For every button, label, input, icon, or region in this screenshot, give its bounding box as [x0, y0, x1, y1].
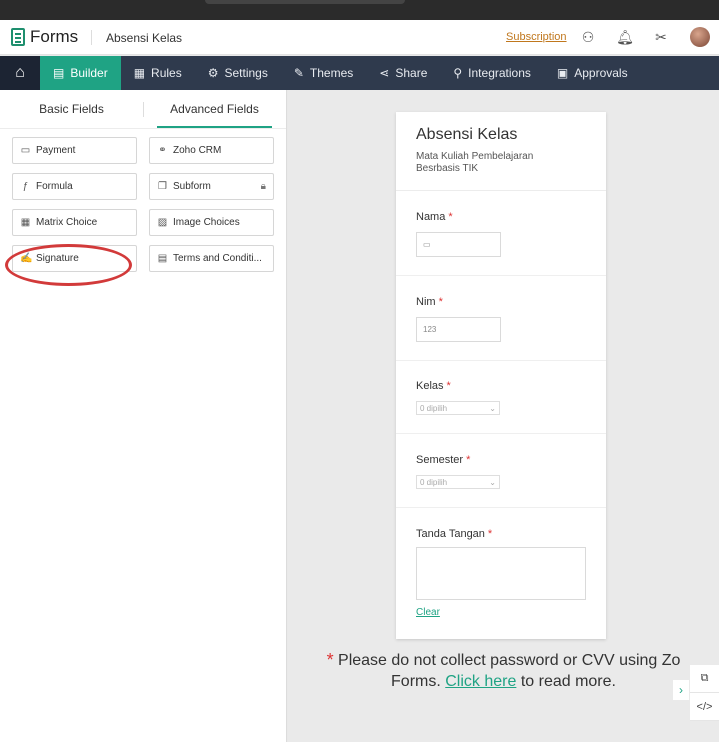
kelas-select[interactable]: 0 dipilih ⌄	[416, 401, 500, 415]
header-divider	[91, 30, 92, 45]
tab-share[interactable]: ⋖ Share	[366, 56, 440, 90]
tab-label: Integrations	[468, 66, 531, 80]
field-nama[interactable]: Nama * ▭	[396, 191, 606, 276]
tab-label: Approvals	[574, 66, 628, 80]
field-label: Payment	[36, 145, 76, 156]
click-here-link[interactable]: Click here	[445, 673, 516, 690]
top-strip	[0, 0, 719, 20]
builder-nav: ⌂ ▤ Builder ▦ Rules ⚙ Settings ✎ Themes ⋖ Sha…	[0, 56, 719, 90]
lock-icon: 🔒︎	[260, 181, 266, 192]
brush-icon: ✎	[293, 66, 304, 80]
side-toolbar: ⧉ </>	[690, 665, 719, 721]
security-notice: * Please do not collect password or CVV …	[288, 650, 719, 692]
form-description: Mata Kuliah Pembelajaran Besrbasis TIK	[416, 151, 534, 174]
field-matrix-choice[interactable]: ▦ Matrix Choice	[12, 209, 137, 236]
share-icon: ⋖	[379, 66, 390, 80]
notice-star: *	[326, 650, 334, 670]
field-image-choices[interactable]: ▨ Image Choices	[149, 209, 274, 236]
tab-label: Themes	[309, 66, 354, 80]
field-zoho-crm[interactable]: ⚭ Zoho CRM	[149, 137, 274, 164]
tab-advanced-fields[interactable]: Advanced Fields	[157, 90, 272, 128]
home-icon[interactable]: ⌂	[0, 56, 40, 90]
field-subform[interactable]: ❐ Subform 🔒︎	[149, 173, 274, 200]
field-label: Kelas *	[416, 380, 451, 392]
field-label: Subform	[173, 181, 211, 192]
field-label: Image Choices	[173, 217, 240, 228]
field-nim[interactable]: Nim * 123	[396, 276, 606, 361]
field-label: Formula	[36, 181, 73, 192]
tab-builder[interactable]: ▤ Builder	[40, 56, 121, 90]
form-card: Absensi Kelas Mata Kuliah Pembelajaran B…	[396, 112, 606, 639]
nim-input[interactable]: 123	[416, 317, 501, 342]
form-canvas: Absensi Kelas Mata Kuliah Pembelajaran B…	[288, 90, 719, 742]
card-icon: ▭	[20, 145, 31, 156]
signature-pad[interactable]	[416, 547, 586, 600]
name-field-icon: ▭	[423, 240, 431, 249]
tab-integrations[interactable]: ⚲ Integrations	[440, 56, 544, 90]
form-header[interactable]: Absensi Kelas Mata Kuliah Pembelajaran B…	[396, 112, 606, 191]
plug-icon: ⚲	[453, 66, 463, 80]
approvals-icon: ▣	[556, 66, 569, 80]
field-label: Nama *	[416, 211, 453, 223]
tab-settings[interactable]: ⚙ Settings	[195, 56, 281, 90]
subscription-link[interactable]: Subscription	[506, 31, 567, 43]
fields-panel: Basic Fields Advanced Fields ▭ Payment ⚭ Z…	[0, 90, 287, 742]
notice-text: Please do not collect password or CVV us…	[338, 652, 681, 669]
tab-approvals[interactable]: ▣ Approvals	[544, 56, 641, 90]
field-payment[interactable]: ▭ Payment	[12, 137, 137, 164]
chevron-down-icon: ⌄	[489, 477, 496, 487]
field-label: Zoho CRM	[173, 145, 222, 156]
notice-text: to read more.	[516, 673, 616, 690]
tab-label: Settings	[224, 66, 268, 80]
avatar[interactable]	[690, 27, 710, 47]
field-terms[interactable]: ▤ Terms and Conditi...	[149, 245, 274, 272]
code-icon[interactable]: </>	[690, 693, 719, 721]
document-icon: ▤	[157, 253, 168, 264]
notch	[205, 0, 405, 4]
users-icon[interactable]: ⚇	[579, 28, 597, 46]
form-title: Absensi Kelas	[416, 126, 518, 143]
expand-arrow-icon[interactable]: ›	[673, 680, 689, 700]
tab-divider	[143, 102, 144, 117]
image-icon: ▨	[157, 217, 168, 228]
app-header: Forms Absensi Kelas Subscription ⚇ 🔔︎ ✂	[0, 20, 719, 55]
tools-icon[interactable]: ✂	[652, 28, 670, 46]
tab-themes[interactable]: ✎ Themes	[281, 56, 366, 90]
matrix-icon: ▦	[20, 217, 31, 228]
formula-icon: ƒ	[22, 181, 29, 192]
rules-icon: ▦	[133, 66, 146, 80]
bell-icon[interactable]: 🔔︎	[616, 28, 634, 46]
tab-label: Share	[395, 66, 428, 80]
field-tabs: Basic Fields Advanced Fields	[0, 90, 286, 129]
highlight-circle	[5, 244, 132, 286]
clear-signature-link[interactable]: Clear	[416, 607, 440, 618]
tab-rules[interactable]: ▦ Rules	[121, 56, 195, 90]
preview-icon[interactable]: ⧉	[690, 665, 719, 693]
field-label: Semester *	[416, 454, 471, 466]
field-tanda-tangan[interactable]: Tanda Tangan * Clear	[396, 508, 606, 639]
builder-icon: ▤	[53, 66, 65, 80]
field-semester[interactable]: Semester * 0 dipilih ⌄	[396, 434, 606, 508]
forms-logo-icon	[11, 28, 25, 46]
field-label: Matrix Choice	[36, 217, 98, 228]
field-label: Nim *	[416, 296, 443, 308]
nama-input[interactable]: ▭	[416, 232, 501, 257]
tab-basic-fields[interactable]: Basic Fields	[0, 90, 143, 128]
tab-label: Rules	[151, 66, 182, 80]
field-kelas[interactable]: Kelas * 0 dipilih ⌄	[396, 361, 606, 434]
app-name: Forms	[30, 27, 79, 46]
forms-logo[interactable]: Forms	[11, 27, 78, 47]
chevron-down-icon: ⌄	[489, 403, 496, 413]
gear-icon: ⚙	[207, 66, 219, 80]
subform-icon: ❐	[158, 181, 167, 192]
form-name[interactable]: Absensi Kelas	[106, 31, 182, 45]
field-label: Tanda Tangan *	[416, 528, 493, 540]
semester-select[interactable]: 0 dipilih ⌄	[416, 475, 500, 489]
notice-text: Forms.	[391, 673, 446, 690]
field-formula[interactable]: ƒ Formula	[12, 173, 137, 200]
field-label: Terms and Conditi...	[173, 253, 262, 264]
crm-icon: ⚭	[158, 145, 167, 156]
tab-label: Builder	[70, 66, 108, 80]
